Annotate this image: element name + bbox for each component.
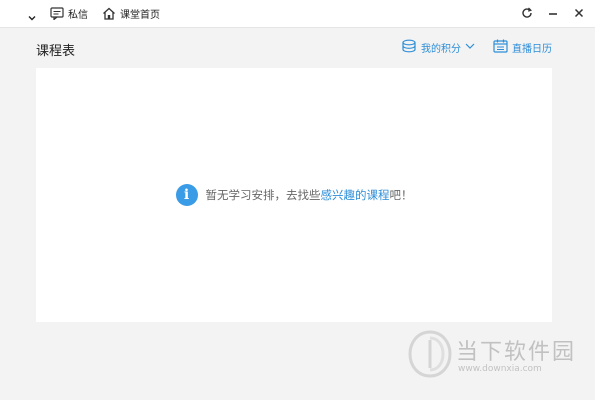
- chevron-down-icon[interactable]: [27, 8, 37, 27]
- interesting-courses-link[interactable]: 感兴趣的课程: [321, 188, 390, 202]
- header-row: 课程表 我的积分 直播日历: [36, 36, 552, 60]
- classroom-home-button[interactable]: 课堂首页: [102, 6, 160, 21]
- close-button[interactable]: [571, 4, 587, 22]
- watermark-logo-icon: [408, 330, 452, 384]
- info-icon: i: [175, 184, 198, 206]
- messages-label: 私信: [68, 10, 88, 21]
- schedule-panel: i 暂无学习安排，去找些感兴趣的课程吧！: [36, 68, 552, 322]
- home-icon: [102, 7, 116, 20]
- message-icon: [50, 7, 64, 20]
- watermark-name: 当下软件园: [456, 340, 577, 365]
- home-label: 课堂首页: [120, 10, 160, 21]
- watermark-url: www.downxia.com: [458, 364, 542, 374]
- title-bar: 私信 课堂首页: [0, 0, 595, 28]
- refresh-icon: [521, 4, 533, 23]
- calendar-icon: [493, 39, 508, 56]
- empty-text-before: 暂无学习安排，去找些: [205, 188, 321, 202]
- messages-button[interactable]: 私信: [50, 6, 88, 21]
- watermark: 当下软件园 www.downxia.com: [408, 328, 588, 388]
- live-calendar-label: 直播日历: [512, 44, 552, 55]
- live-calendar-link[interactable]: 直播日历: [493, 39, 552, 56]
- chevron-down-icon: [465, 42, 475, 53]
- my-points-dropdown[interactable]: 我的积分: [401, 39, 475, 56]
- coins-icon: [401, 39, 417, 56]
- empty-text-after: 吧！: [389, 188, 413, 202]
- empty-state: i 暂无学习安排，去找些感兴趣的课程吧！: [36, 184, 552, 206]
- my-points-label: 我的积分: [421, 44, 461, 55]
- minimize-icon: [547, 4, 559, 23]
- close-icon: [573, 4, 585, 23]
- empty-state-text: 暂无学习安排，去找些感兴趣的课程吧！: [206, 187, 413, 203]
- refresh-button[interactable]: [519, 4, 535, 22]
- page-title: 课程表: [36, 44, 76, 59]
- minimize-button[interactable]: [545, 4, 561, 22]
